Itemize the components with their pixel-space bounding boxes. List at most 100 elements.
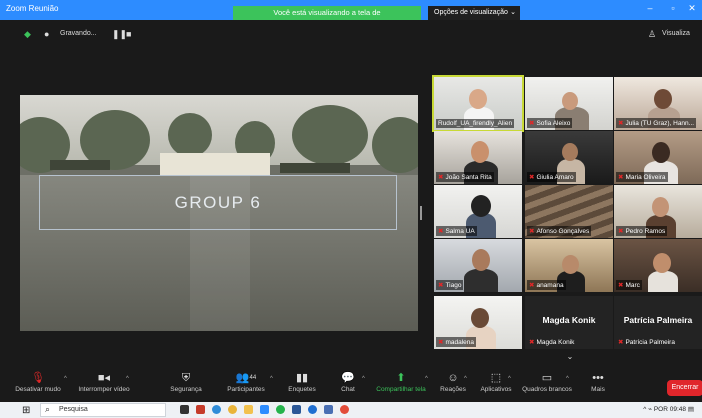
participant-name: Rudolf_UA_firendly_Alien — [436, 119, 515, 128]
participant-tile[interactable]: ✖ Tiago — [434, 239, 522, 292]
chevron-down-icon[interactable]: ⌄ — [560, 352, 580, 364]
maximize-icon[interactable]: ▫ — [663, 3, 683, 13]
pause-icon[interactable]: ❚❚ — [112, 29, 127, 40]
video-button[interactable]: ■◂ Interromper vídeo — [76, 370, 132, 400]
notifications-icon[interactable]: ▤ — [688, 406, 694, 413]
user-icon[interactable]: ♙ — [648, 29, 656, 40]
mic-muted-icon: ✖ — [529, 282, 535, 289]
shield-icon[interactable]: ◆ — [24, 29, 31, 40]
caret-up-icon[interactable]: ^ — [64, 376, 67, 382]
microphone-muted-icon: 🎙 — [31, 372, 45, 384]
participant-name: ✖ Julia (TU Graz), Hann... — [616, 118, 697, 128]
mic-muted-icon: ✖ — [618, 282, 624, 289]
participant-tile[interactable]: ✖ Giulia Amaro — [525, 131, 613, 184]
splitter-handle[interactable] — [420, 206, 422, 220]
security-button[interactable]: ⛨ Segurança — [168, 370, 204, 400]
zoom-icon[interactable] — [260, 405, 269, 414]
task-view-icon[interactable] — [180, 405, 189, 414]
mic-muted-icon: ✖ — [618, 339, 624, 346]
status-row: ◆ ● Gravando... ❚❚ ■ ♙ Visualiza — [0, 20, 702, 48]
mute-button[interactable]: 🎙 Desativar mudo — [10, 370, 66, 400]
participants-icon: 👥44 — [235, 372, 257, 384]
video-camera-icon: ■◂ — [97, 372, 111, 384]
polls-button[interactable]: ▮▮ Enquetes — [284, 370, 320, 400]
trees-illustration — [20, 105, 418, 175]
more-icon: ••• — [592, 372, 604, 384]
participant-tile[interactable]: ✖ madalena — [434, 296, 522, 349]
share-screen-icon: ⬆ — [396, 372, 406, 384]
close-icon[interactable]: ✕ — [682, 3, 702, 14]
recording-icon: ● — [44, 29, 50, 39]
participant-tile[interactable]: Rudolf_UA_firendly_Alien — [432, 75, 524, 132]
participant-name: ✖ João Santa Rita — [436, 172, 494, 182]
mic-muted-icon: ✖ — [438, 174, 444, 181]
chat-icon: 💬 — [341, 372, 355, 384]
chrome-icon[interactable] — [228, 405, 237, 414]
participant-name: ✖ Pedro Ramos — [616, 226, 668, 236]
caret-up-icon[interactable]: ^ — [425, 376, 428, 382]
shared-screen: GROUP 6 — [20, 95, 418, 331]
caret-up-icon[interactable]: ^ — [362, 376, 365, 382]
participant-name: ✖ Afonso Gonçalves — [527, 226, 592, 236]
taskbar-search[interactable]: ⌕ Pesquisa — [40, 403, 166, 417]
participant-tile[interactable]: ✖ Sofia Aleixo — [525, 77, 613, 130]
participant-tile[interactable]: ✖ Salma UA — [434, 185, 522, 238]
powerpoint-icon[interactable] — [196, 405, 205, 414]
window-title: Zoom Reunião — [6, 4, 59, 13]
participant-name: ✖ Maria Oliveira — [616, 172, 668, 182]
reactions-button[interactable]: ☺ Reações — [438, 370, 468, 400]
share-banner: Você está visualizando a tela de Rudolf_… — [233, 6, 421, 31]
clock[interactable]: 09:48 — [670, 406, 686, 413]
caret-up-icon[interactable]: ^ — [464, 376, 467, 382]
participant-tile[interactable]: ✖ Pedro Ramos — [614, 185, 702, 238]
caret-up-icon[interactable]: ^ — [566, 376, 569, 382]
participant-tile[interactable]: Patrícia Palmeira ✖ Patrícia Palmeira — [614, 296, 702, 349]
share-screen-button[interactable]: ⬆ Compartilhar tela — [372, 370, 430, 400]
app-icon[interactable] — [308, 405, 317, 414]
participant-tile[interactable]: ✖ anamana — [525, 239, 613, 292]
participant-tile[interactable]: ✖ Afonso Gonçalves — [525, 185, 613, 238]
participant-name: ✖ Patrícia Palmeira — [618, 339, 675, 346]
caret-up-icon[interactable]: ^ — [270, 376, 273, 382]
mic-muted-icon: ✖ — [438, 228, 444, 235]
end-meeting-button[interactable]: Encerrar — [667, 380, 702, 396]
participant-display-name: Patrícia Palmeira — [623, 315, 693, 325]
participant-name: ✖ anamana — [527, 280, 566, 290]
minimize-icon[interactable]: – — [640, 3, 660, 13]
mic-muted-icon: ✖ — [618, 120, 624, 127]
network-icon[interactable]: ⌁ — [648, 406, 652, 413]
apps-button[interactable]: ⬚ Aplicativos — [476, 370, 516, 400]
app-icon[interactable] — [340, 405, 349, 414]
mic-muted-icon: ✖ — [618, 174, 624, 181]
participant-tile[interactable]: ✖ Maria Oliveira — [614, 131, 702, 184]
participant-tile[interactable]: ✖ Julia (TU Graz), Hann... — [614, 77, 702, 130]
view-button[interactable]: Visualiza — [662, 30, 702, 37]
whiteboards-button[interactable]: ▭ Quadros brancos — [520, 370, 574, 400]
participant-tile[interactable]: ✖ Marc — [614, 239, 702, 292]
participant-name: ✖ Giulia Amaro — [527, 172, 576, 182]
meeting-toolbar: 🎙 Desativar mudo ^ ■◂ Interromper vídeo … — [0, 368, 702, 402]
windows-start-icon[interactable]: ⊞ — [22, 405, 30, 416]
stop-icon[interactable]: ■ — [126, 29, 131, 39]
participant-tile[interactable]: Magda Konik ✖ Magda Konik — [525, 296, 613, 349]
chevron-up-icon[interactable]: ^ — [643, 406, 646, 413]
participants-button[interactable]: 👥44 Participantes — [222, 370, 270, 400]
app-icon[interactable] — [324, 405, 333, 414]
mic-muted-icon: ✖ — [529, 228, 535, 235]
group-title: GROUP 6 — [174, 192, 262, 212]
more-button[interactable]: ••• Mais — [586, 370, 610, 400]
bar-chart-icon: ▮▮ — [295, 372, 309, 384]
windows-taskbar: ⊞ ⌕ Pesquisa ^ ⌁ POR 09:48 ▤ — [0, 402, 702, 418]
mic-muted-icon: ✖ — [529, 120, 535, 127]
whatsapp-icon[interactable] — [276, 405, 285, 414]
caret-up-icon[interactable]: ^ — [508, 376, 511, 382]
participant-tile[interactable]: ✖ João Santa Rita — [434, 131, 522, 184]
language-indicator[interactable]: POR — [654, 406, 668, 413]
chat-button[interactable]: 💬 Chat — [334, 370, 362, 400]
view-options-dropdown[interactable]: Opções de visualização ⌄ — [428, 6, 520, 20]
caret-up-icon[interactable]: ^ — [126, 376, 129, 382]
edge-icon[interactable] — [212, 405, 221, 414]
participant-name: ✖ Salma UA — [436, 226, 477, 236]
word-icon[interactable] — [292, 405, 301, 414]
file-explorer-icon[interactable] — [244, 405, 253, 414]
